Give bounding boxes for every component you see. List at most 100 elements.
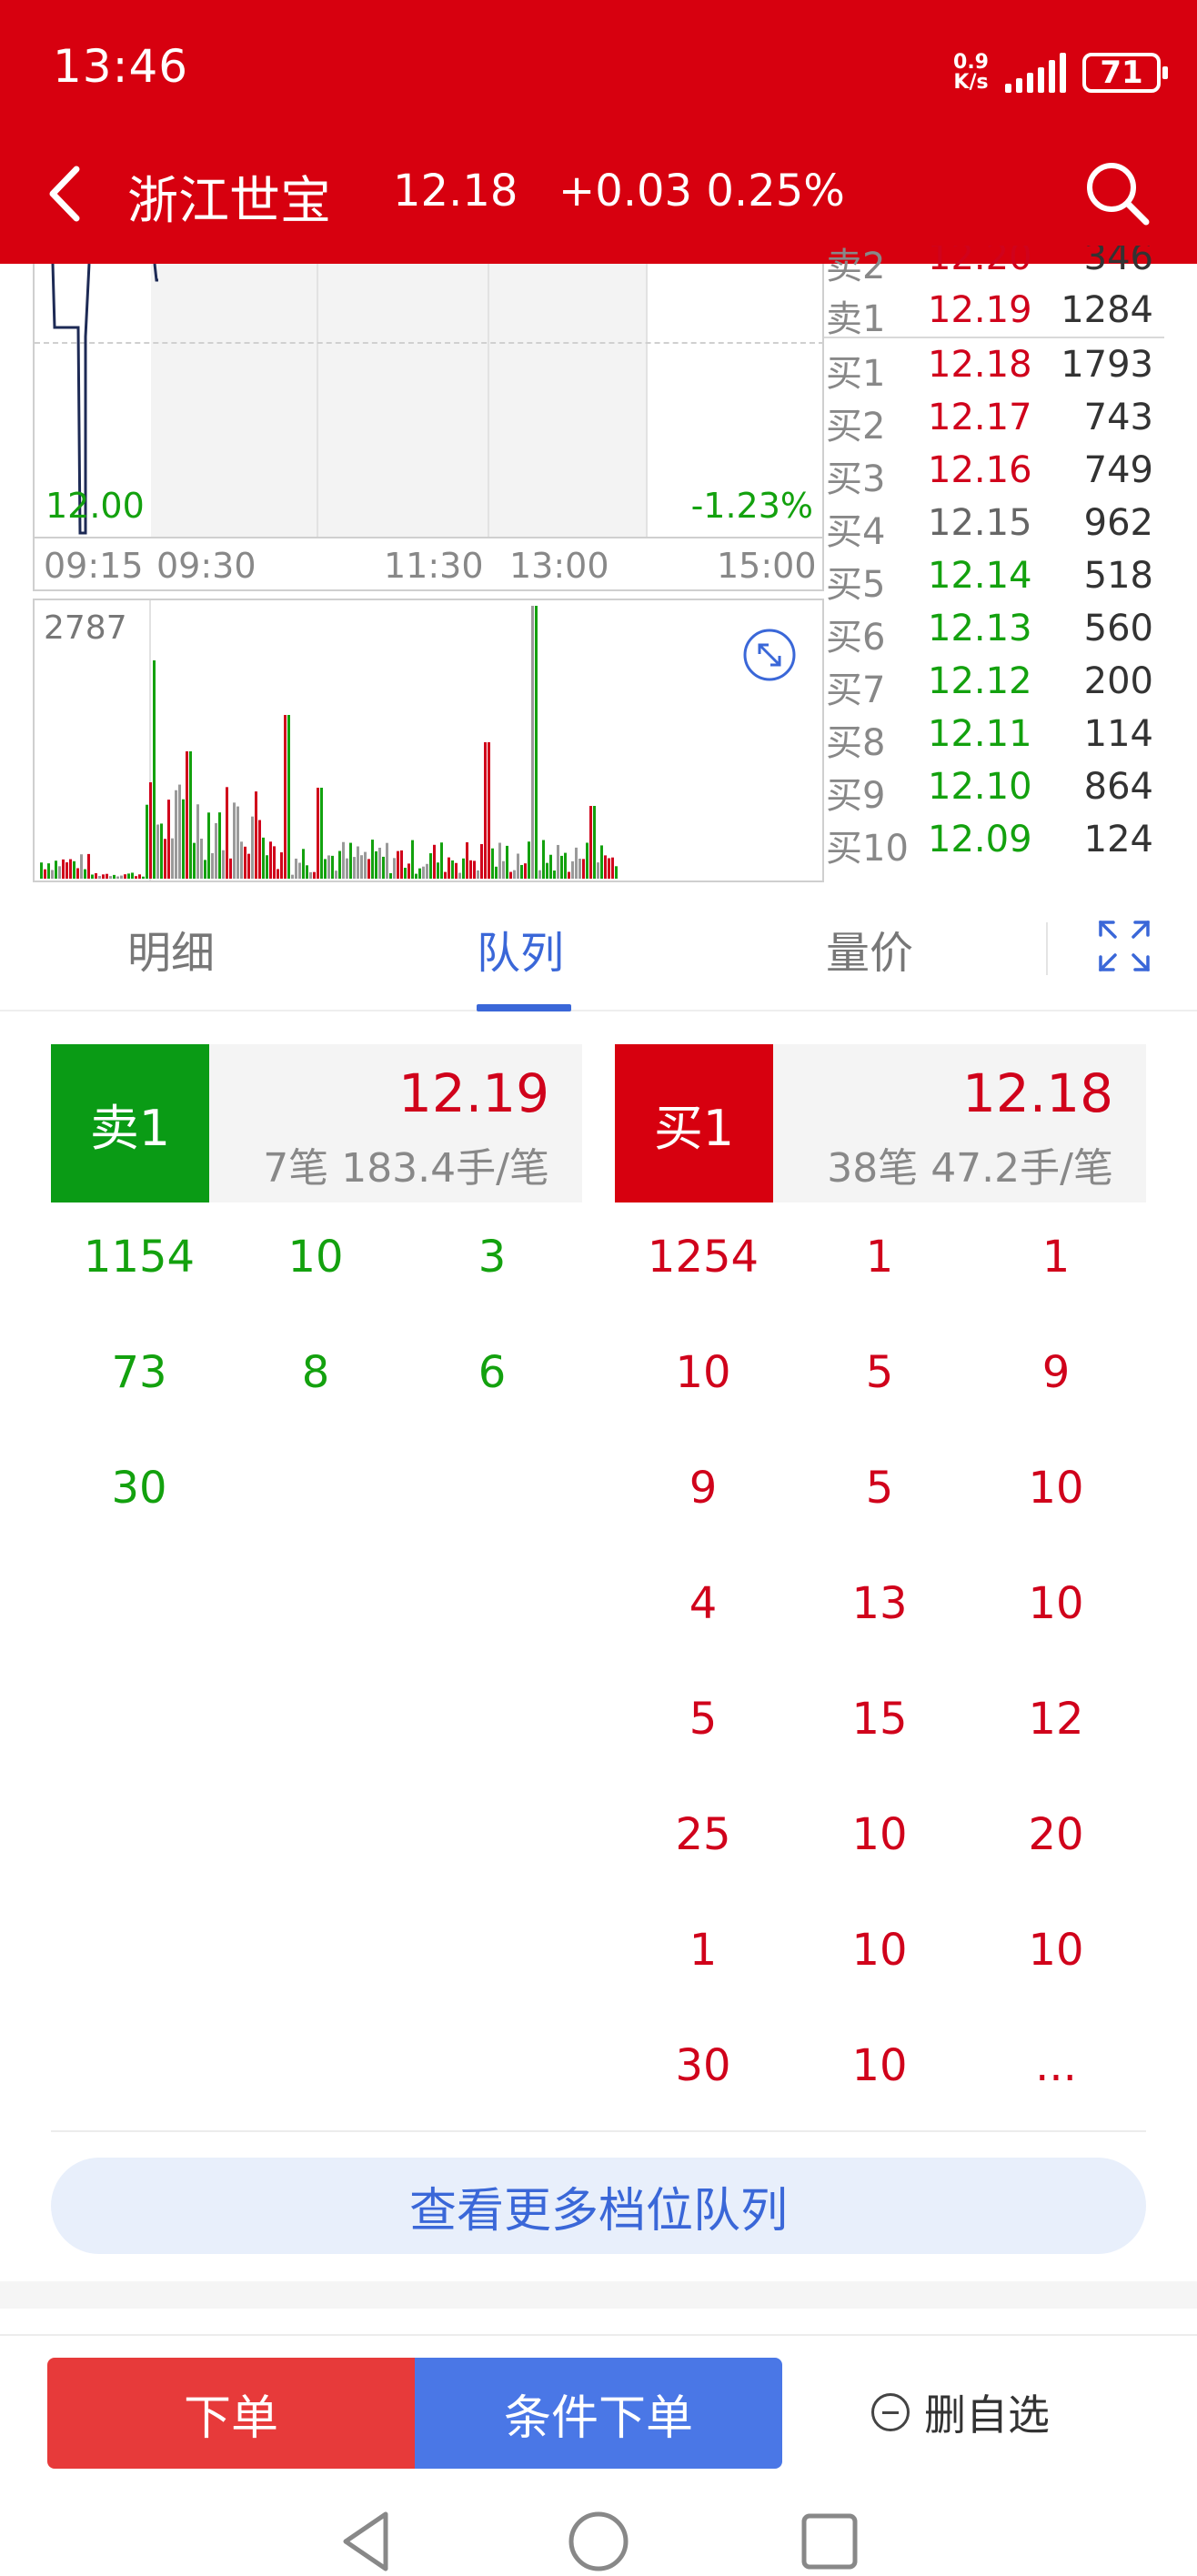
bid-label: 买3 [826,458,886,500]
queue-divider [51,2130,1146,2132]
volume-bar [600,845,603,879]
bid-price: 12.12 [928,660,1032,702]
volume-bar [389,872,392,879]
volume-bar [98,875,101,879]
buy-queue-price: 12.18 [961,1062,1113,1124]
volume-bar [55,860,57,879]
volume-bar [309,871,312,879]
volume-bar [102,874,105,879]
volume-bar [135,876,137,879]
bid-volume: 1793 [1061,344,1153,386]
volume-bar [280,852,283,879]
volume-bar [186,751,188,879]
tab-divider [1046,922,1048,975]
volume-bar [175,790,177,879]
volume-bar [189,751,192,879]
bid-volume: 200 [1083,660,1153,702]
ask-label: 卖2 [826,246,886,284]
volume-bar [258,820,261,879]
volume-bar [469,860,472,879]
volume-bar [269,841,272,879]
signal-icon [1005,53,1066,93]
volume-bar [324,859,327,879]
sell-queue-cell: 3 [478,1232,507,1283]
price-pct-label: -1.23% [690,486,813,526]
volume-bar [393,858,396,879]
view-more-queue-button[interactable]: 查看更多档位队列 [51,2158,1146,2254]
back-arrow-icon[interactable] [42,162,87,226]
stock-price: 12.18 [393,166,518,216]
nav-back-icon [343,2511,388,2571]
place-order-button[interactable]: 下单 [47,2358,415,2469]
sell-queue-cell: 6 [478,1347,507,1398]
volume-bar [69,859,72,879]
bid-row: 买9 12.10 864 [824,760,1164,817]
volume-bar [517,853,519,879]
price-chart: 12.00 -1.23% [33,264,824,538]
status-time: 13:46 [53,40,189,93]
expand-icon[interactable] [742,628,797,682]
volume-bar [491,848,494,879]
volume-bar [466,841,468,879]
volume-bar [284,715,287,879]
volume-bar [171,838,174,879]
bid-label: 买8 [826,722,886,764]
volume-bar [357,846,359,879]
volume-bar [455,862,458,879]
volume-bar [124,874,126,879]
remove-watchlist-button[interactable]: 删自选 [871,2376,1050,2449]
volume-bar [73,860,75,879]
volume-bar [382,856,385,879]
tab-queue[interactable]: 队列 [477,917,564,981]
bid-row: 买2 12.17 743 [824,391,1164,448]
volume-bar [407,863,410,879]
volume-bar [320,788,323,879]
volume-bar [589,806,592,879]
battery-icon: 71 [1082,53,1168,93]
intraday-chart[interactable]: 12.00 -1.23% 09:15 09:30 11:30 13:00 15:… [33,264,824,882]
volume-bar [47,863,50,879]
volume-bar [80,854,83,879]
volume-bar [251,816,254,879]
conditional-order-button[interactable]: 条件下单 [415,2358,782,2469]
buy-queue-cell: 10 [851,2040,908,2091]
volume-chart: 2787 [33,599,824,882]
tab-volume-price[interactable]: 量价 [826,917,913,981]
volume-bar [349,842,352,879]
bid-volume: 743 [1083,397,1153,438]
volume-bar [411,840,414,879]
volume-bar [204,860,206,879]
volume-bar [397,850,399,879]
buy-queue-cell: 10 [851,1925,908,1976]
volume-bar [386,842,388,879]
remove-watchlist-label: 删自选 [924,2390,1050,2440]
volume-bar [44,869,46,879]
buy-queue-cell: 30 [675,2040,731,2091]
search-icon[interactable] [1081,156,1153,229]
volume-bar [462,858,465,879]
bid-row: 买1 12.18 1793 [824,338,1164,395]
bid-label: 买6 [826,617,886,659]
buy-queue-cell: 10 [1028,1578,1084,1629]
section-gap [0,2281,1197,2309]
volume-bar [488,742,490,879]
volume-bar [164,839,166,879]
header-bar: 13:46 0.9 K/s 71 浙江世宝 12.18 +0.03 0.25% [0,0,1197,264]
volume-bar [513,870,516,879]
volume-bar [538,870,541,879]
volume-bar [193,842,196,879]
buy-queue-meta: 38笔 47.2手/笔 [827,1145,1113,1192]
volume-bar [62,859,65,879]
volume-bar [87,853,90,879]
stock-name: 浙江世宝 [127,172,331,231]
ask-volume: 1284 [1061,289,1153,331]
fullscreen-icon[interactable] [1097,919,1152,973]
volume-bar [287,715,290,879]
stock-change: +0.03 0.25% [558,166,845,216]
volume-bar [564,852,567,879]
volume-bar [95,872,97,879]
ask-label: 卖1 [826,298,886,340]
time-tick: 11:30 [384,546,484,586]
volume-bar [560,855,563,879]
tab-details[interactable]: 明细 [127,917,215,981]
